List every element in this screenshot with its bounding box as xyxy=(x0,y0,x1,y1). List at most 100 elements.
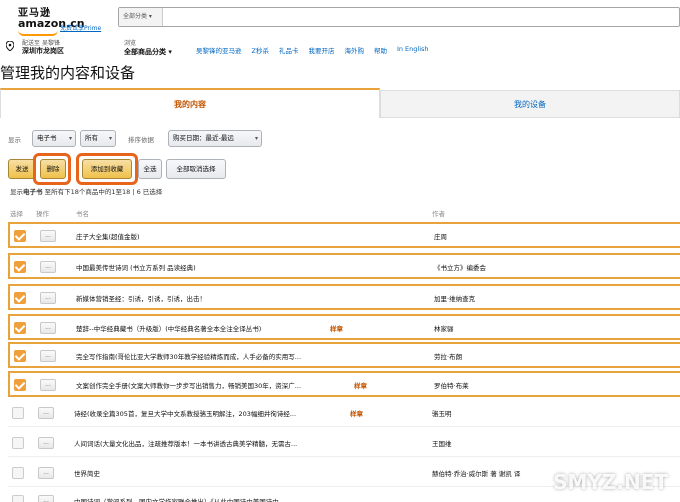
table-row[interactable]: ... 楚辞--中华经典藏书（升级版）(中华经典名著全本全注全译丛书) 样章 林家骊 xyxy=(8,314,680,340)
deselect-all-button[interactable]: 全部取消选择 xyxy=(166,159,226,179)
tab-my-devices-label: 我的设备 xyxy=(514,100,546,109)
row-actions-button[interactable]: ... xyxy=(40,292,56,304)
book-title[interactable]: 诗经(收录全篇305首，复旦大学中文系教授骆玉明解注，203幅细井徇诗经... xyxy=(74,408,374,418)
scope-value: 所有 xyxy=(85,134,98,142)
table-header: 选择 操作 书名 作者 xyxy=(10,208,680,220)
book-title[interactable]: 文案创作完全手册(文案大师教你一步步写出销售力，畅销美国30年，资深广... xyxy=(76,380,376,390)
deliver-to-city: 深圳市龙岗区 xyxy=(22,47,64,55)
row-actions-button[interactable]: ... xyxy=(38,495,54,502)
table-row[interactable]: ... 新媒体营销圣经：引诱，引诱，引诱，出击！ 加里·维纳查克 xyxy=(8,284,680,310)
book-title[interactable]: 人间词话(大量文化出品，注疏推荐版本！一本书讲透古典美学精髓，无需古... xyxy=(74,438,374,448)
row-actions-button[interactable]: ... xyxy=(40,230,56,242)
summary-text: 至所有下18个商品中的1至18 | 6 已选择 xyxy=(44,188,163,196)
row-actions-button[interactable]: ... xyxy=(38,437,54,449)
show-label: 显示 xyxy=(8,136,21,144)
page-title: 管理我的内容和设备 xyxy=(0,64,136,82)
sort-value: 购买日期：最近-最远 xyxy=(173,134,234,142)
checkbox-icon[interactable] xyxy=(12,437,24,449)
book-author[interactable]: 加里·维纳查克 xyxy=(434,293,475,303)
book-title[interactable]: 世界简史 xyxy=(74,468,374,478)
summary-type: 电子书 xyxy=(23,188,43,196)
table-row[interactable]: ... 庄子大全集(超值金版) 庄周 xyxy=(8,222,680,248)
book-author[interactable]: 赫伯特·乔治·威尔斯 著 谢凯 译 xyxy=(432,468,520,478)
book-title[interactable]: 庄子大全集(超值金版) xyxy=(76,231,376,241)
sort-label: 排序依据 xyxy=(128,136,154,144)
tab-my-content-label: 我的内容 xyxy=(174,100,206,109)
location-pin-icon xyxy=(6,41,14,51)
book-title[interactable]: 完全写作指南(哥伦比亚大学教师30年教学经验精炼而成，人手必备的实用写... xyxy=(76,351,376,361)
table-row[interactable]: ... 诗经(收录全篇305首，复旦大学中文系教授骆玉明解注，203幅细井徇诗经.… xyxy=(8,401,680,427)
checkbox-checked-icon[interactable] xyxy=(14,292,26,304)
table-row[interactable]: ... 中国最美传世诗词 (书立方系列 品读经典) 《书立方》编委会 xyxy=(8,253,680,279)
checkbox-icon[interactable] xyxy=(12,495,24,502)
row-actions-button[interactable]: ... xyxy=(38,407,54,419)
search-category-label: 全部分类 xyxy=(123,13,148,20)
book-author[interactable]: 庄周 xyxy=(434,231,447,241)
nav-english[interactable]: In English xyxy=(397,45,429,55)
sample-tag: 样章 xyxy=(330,325,343,333)
book-author[interactable]: 劳拉·布朗 xyxy=(434,351,462,361)
nav-sell[interactable]: 我要开店 xyxy=(308,45,334,55)
book-author[interactable]: 罗伯特·布莱 xyxy=(434,380,469,390)
selection-summary: 显示电子书 至所有下18个商品中的1至18 | 6 已选择 xyxy=(10,186,162,196)
content-type-select[interactable]: 电子书 ▾ xyxy=(32,130,76,147)
content-tabs: 我的内容 我的设备 xyxy=(0,88,680,118)
book-title[interactable]: 中国最美传世诗词 (书立方系列 品读经典) xyxy=(76,262,376,272)
select-all-button[interactable]: 全选 xyxy=(138,159,162,179)
search-category-dropdown[interactable]: 全部分类 ▾ xyxy=(119,8,163,26)
nav-lightning-deals[interactable]: Z秒杀 xyxy=(252,45,269,55)
chevron-down-icon: ▾ xyxy=(68,135,72,142)
content-type-value: 电子书 xyxy=(37,134,57,142)
nav-help[interactable]: 帮助 xyxy=(374,45,387,55)
nav-my-amazon[interactable]: 吴黎锋的亚马逊 xyxy=(196,45,242,55)
checkbox-checked-icon[interactable] xyxy=(14,350,26,362)
watermark: SMYZ.NET xyxy=(553,470,668,494)
browse-label: 浏览 xyxy=(124,40,137,47)
tab-my-content[interactable]: 我的内容 xyxy=(0,88,380,118)
search-bar[interactable]: 全部分类 ▾ xyxy=(118,7,680,27)
browse-value: 全部商品分类 ▾ xyxy=(124,48,172,56)
row-actions-button[interactable]: ... xyxy=(40,261,56,273)
book-title[interactable]: 新媒体营销圣经：引诱，引诱，引诱，出击！ xyxy=(76,293,376,303)
book-author[interactable]: 林家骊 xyxy=(434,323,454,333)
send-button[interactable]: 发送 xyxy=(8,159,36,179)
col-title[interactable]: 书名 xyxy=(76,208,89,218)
book-author[interactable]: 《书立方》编委会 xyxy=(434,262,486,272)
checkbox-checked-icon[interactable] xyxy=(14,379,26,391)
row-actions-button[interactable]: ... xyxy=(40,350,56,362)
row-actions-button[interactable]: ... xyxy=(40,379,56,391)
sample-tag: 样章 xyxy=(350,410,363,418)
col-select: 选择 xyxy=(10,210,23,218)
book-title[interactable]: 中国诗词（掌阅系列，国内文学作家联合推出）《从此中国诗中美国诗中... xyxy=(74,496,374,502)
row-actions-button[interactable]: ... xyxy=(38,467,54,479)
filter-bar: 显示 电子书 ▾ 所有 ▾ 排序依据 购买日期：最近-最远 ▾ xyxy=(8,130,680,148)
checkbox-checked-icon[interactable] xyxy=(14,322,26,334)
tab-my-devices[interactable]: 我的设备 xyxy=(380,90,680,118)
add-to-collection-button[interactable]: 添加到收藏 xyxy=(82,159,132,179)
chevron-down-icon: ▾ xyxy=(108,135,112,142)
table-row[interactable]: ... 文案创作完全手册(文案大师教你一步步写出销售力，畅销美国30年，资深广..… xyxy=(8,371,680,397)
col-author[interactable]: 作者 xyxy=(432,208,445,218)
checkbox-icon[interactable] xyxy=(12,407,24,419)
checkbox-checked-icon[interactable] xyxy=(14,261,26,273)
summary-prefix: 显示 xyxy=(10,188,23,196)
top-nav: 吴黎锋的亚马逊 Z秒杀 礼品卡 我要开店 海外购 帮助 In English xyxy=(196,45,429,55)
table-row[interactable]: ... 人间词话(大量文化出品，注疏推荐版本！一本书讲透古典美学精髓，无需古...… xyxy=(8,431,680,457)
book-author[interactable]: 王国维 xyxy=(432,438,452,448)
site-header: 亚马逊 amazon.cn 免费试享Prime 全部分类 ▾ 配送至 吴黎锋 深… xyxy=(0,0,680,60)
sample-tag: 样章 xyxy=(354,382,367,390)
row-actions-button[interactable]: ... xyxy=(40,322,56,334)
browse-categories[interactable]: 浏览 全部商品分类 ▾ xyxy=(124,38,172,57)
nav-gift-card[interactable]: 礼品卡 xyxy=(279,45,299,55)
delete-button[interactable]: 删除 xyxy=(40,159,66,179)
book-author[interactable]: 骆玉明 xyxy=(432,408,452,418)
logo-smile-icon xyxy=(18,30,58,36)
chevron-down-icon: ▾ xyxy=(254,135,258,142)
prime-trial-link[interactable]: 免费试享Prime xyxy=(60,23,101,32)
checkbox-checked-icon[interactable] xyxy=(14,230,26,242)
checkbox-icon[interactable] xyxy=(12,467,24,479)
sort-select[interactable]: 购买日期：最近-最远 ▾ xyxy=(168,130,262,147)
scope-select[interactable]: 所有 ▾ xyxy=(80,130,116,147)
nav-global[interactable]: 海外购 xyxy=(344,45,364,55)
table-row[interactable]: ... 完全写作指南(哥伦比亚大学教师30年教学经验精炼而成，人手必备的实用写..… xyxy=(8,342,680,368)
